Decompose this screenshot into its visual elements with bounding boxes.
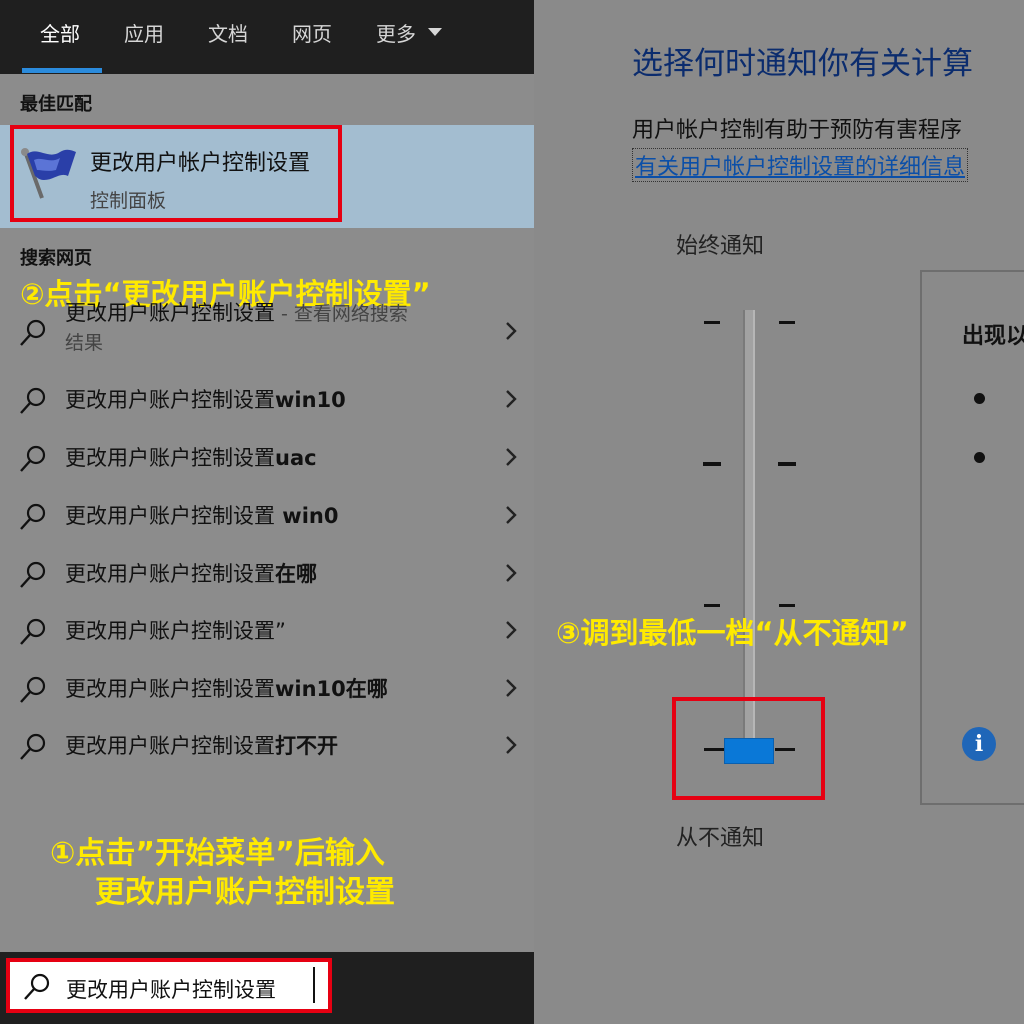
list-item[interactable]: 更改用户账户控制设置win10在哪 [0,661,534,715]
result-text: 更改用户账户控制设置 [65,446,275,470]
uac-description: 用户帐户控制有助于预防有害程序 [632,118,963,143]
result-text: 更改用户账户控制设置 [65,504,275,528]
result-hint: - 查看网络搜索 [275,303,408,325]
notification-slider-track[interactable] [743,310,755,750]
level-info-title: 出现以 [962,324,1024,349]
result-hint-line2: 结果 [65,332,104,354]
never-notify-label: 从不通知 [676,826,765,851]
info-icon: i [962,727,996,761]
page-title: 选择何时通知你有关计算 [632,46,973,82]
search-icon [20,387,46,414]
chevron-right-icon[interactable] [500,618,522,642]
highlight-box-best-match [10,125,342,222]
search-icon [24,973,50,1000]
result-suffix: win0 [275,504,339,528]
chevron-right-icon[interactable] [500,733,522,757]
search-icon [20,676,46,703]
result-text: 更改用户账户控制设置 [65,388,275,412]
result-suffix: uac [275,446,317,470]
list-item[interactable]: 更改用户账户控制设置 win0 [0,488,534,542]
list-item[interactable]: 更改用户账户控制设置uac [0,430,534,484]
result-suffix: win10 [275,388,346,412]
always-notify-label: 始终通知 [676,234,765,259]
result-text: 更改用户账户控制设置 [65,677,275,701]
tab-documents[interactable]: 文档 [208,18,248,47]
search-panel: 全部 应用 文档 网页 更多 最佳匹配 更改用户帐户控制设置 控制面板 搜索网页… [0,0,534,1024]
list-item[interactable]: 更改用户账户控制设置” [0,603,534,657]
tab-apps[interactable]: 应用 [124,18,164,47]
result-suffix: ” [275,619,286,643]
search-icon [20,319,46,346]
search-icon [20,733,46,760]
list-item[interactable]: 更改用户账户控制设置打不开 [0,718,534,772]
active-tab-indicator [22,68,102,73]
search-icon [20,561,46,588]
highlight-box-slider [672,697,825,800]
chevron-down-icon[interactable] [428,28,442,36]
search-input-value: 更改用户账户控制设置 [66,978,276,1002]
tab-all[interactable]: 全部 [40,18,80,47]
slider-tick [704,321,720,324]
list-item[interactable]: 更改用户账户控制设置 - 查看网络搜索 结果 [0,301,534,358]
slider-tick [703,462,721,466]
result-text: 更改用户账户控制设置 [65,734,275,758]
chevron-right-icon[interactable] [500,387,522,411]
list-item[interactable]: 更改用户账户控制设置在哪 [0,546,534,600]
chevron-right-icon[interactable] [500,503,522,527]
tab-web[interactable]: 网页 [292,18,332,47]
search-web-heading: 搜索网页 [20,248,92,269]
result-text: 更改用户账户控制设置 [65,562,275,586]
slider-tick [704,604,720,607]
annotation-step3: ③调到最低一档“从不通知” [556,616,909,650]
result-suffix: 在哪 [275,562,317,586]
list-item[interactable]: 更改用户账户控制设置win10 [0,372,534,426]
chevron-right-icon[interactable] [500,561,522,585]
slider-tick [778,462,796,466]
result-text: 更改用户账户控制设置 [65,619,275,643]
uac-details-link[interactable]: 有关用户帐户控制设置的详细信息 [632,148,969,182]
result-suffix: 打不开 [275,734,338,758]
chevron-right-icon[interactable] [500,445,522,469]
search-icon [20,618,46,645]
result-suffix: win10在哪 [275,677,388,701]
best-match-heading: 最佳匹配 [20,94,92,115]
bullet-icon [974,393,985,404]
slider-tick [779,604,795,607]
text-caret [313,967,315,1003]
tab-more[interactable]: 更多 [376,18,416,47]
annotation-step1-line1: ①点击”开始菜单”后输入 [50,836,385,871]
chevron-right-icon[interactable] [500,676,522,700]
uac-settings-window: 选择何时通知你有关计算 用户帐户控制有助于预防有害程序 有关用户帐户控制设置的详… [534,0,1024,1024]
search-icon [20,445,46,472]
search-tab-bar: 全部 应用 文档 网页 更多 [0,0,534,74]
slider-tick [779,321,795,324]
bullet-icon [974,452,985,463]
level-info-panel [920,270,1024,805]
annotation-step1-line2: 更改用户账户控制设置 [95,875,395,910]
result-text: 更改用户账户控制设置 [65,301,275,325]
search-input[interactable]: 更改用户账户控制设置 [6,958,332,1013]
search-icon [20,503,46,530]
chevron-right-icon[interactable] [500,319,522,343]
